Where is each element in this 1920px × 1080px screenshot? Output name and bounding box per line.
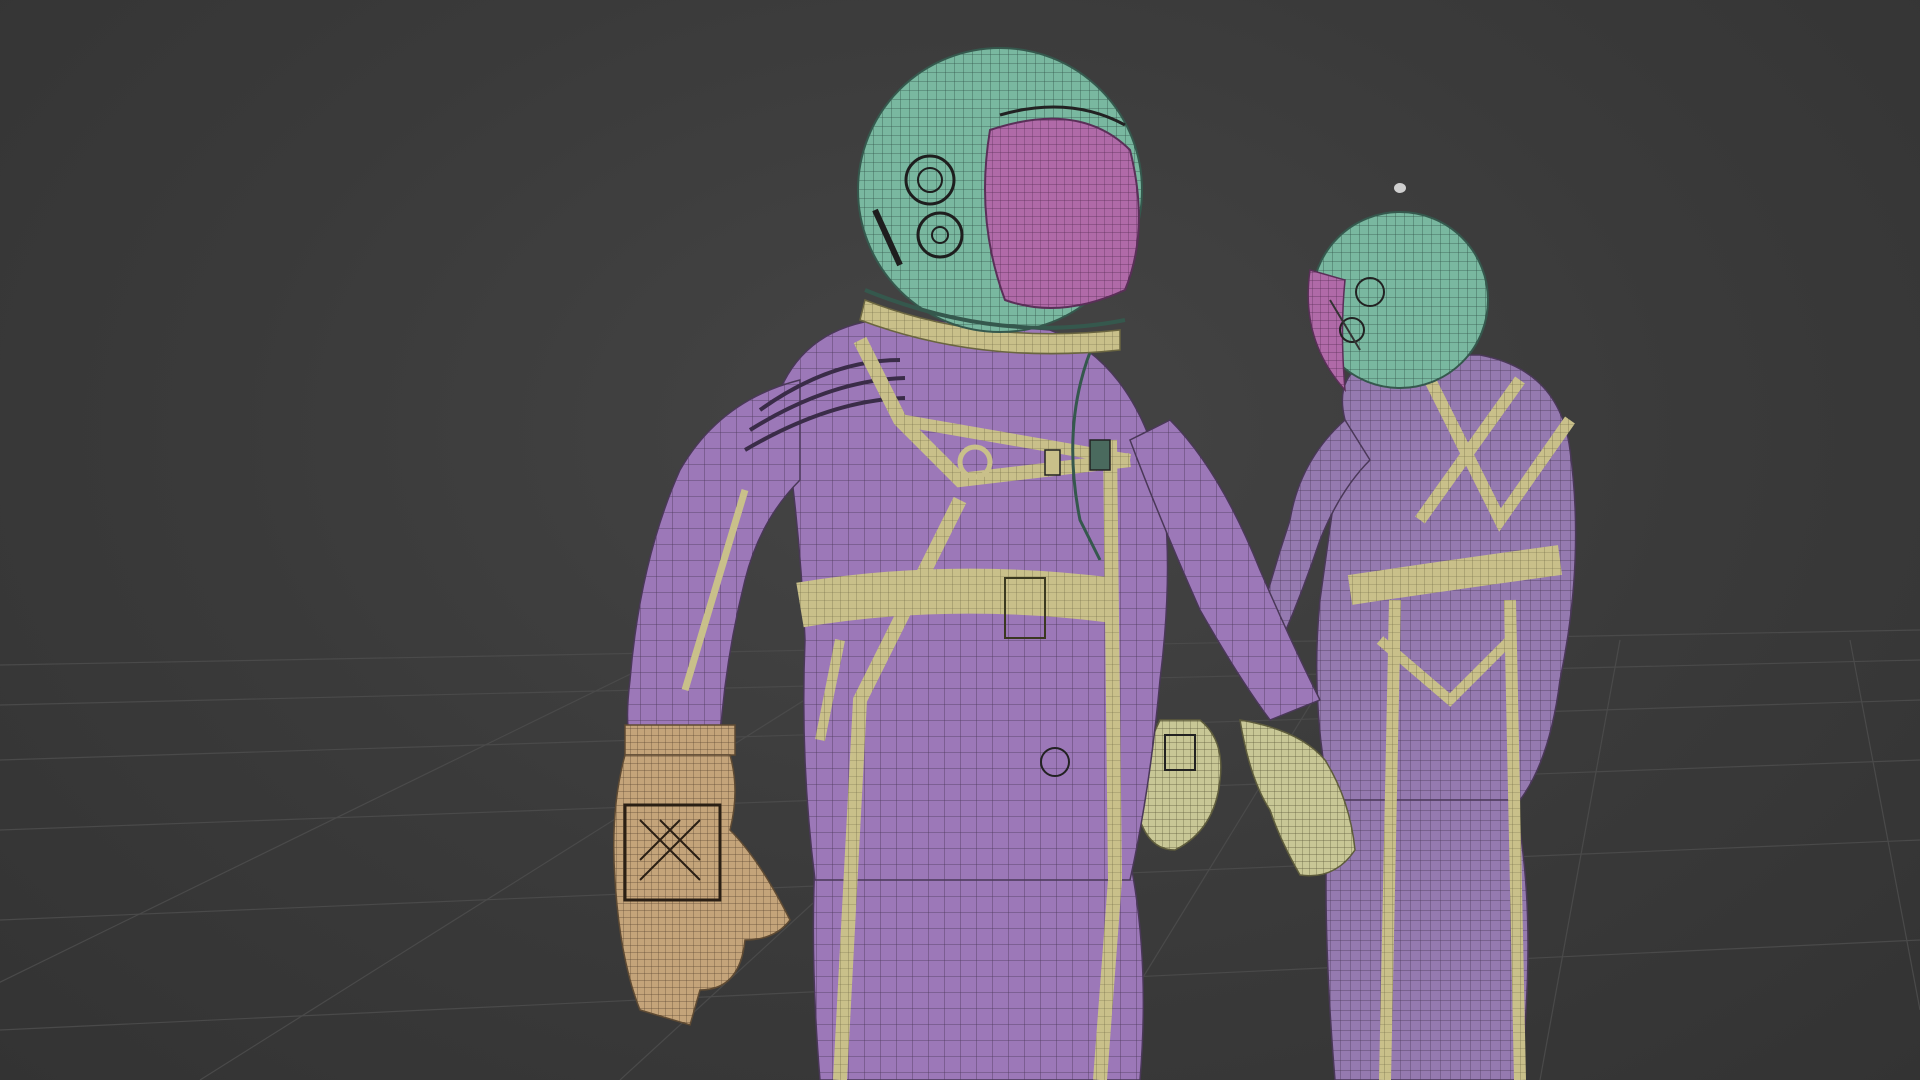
astronaut-front[interactable] bbox=[613, 47, 1356, 1080]
viewport-canvas[interactable] bbox=[0, 0, 1920, 1080]
astronaut-back[interactable] bbox=[1139, 183, 1577, 1080]
3d-viewport[interactable] bbox=[0, 0, 1920, 1080]
